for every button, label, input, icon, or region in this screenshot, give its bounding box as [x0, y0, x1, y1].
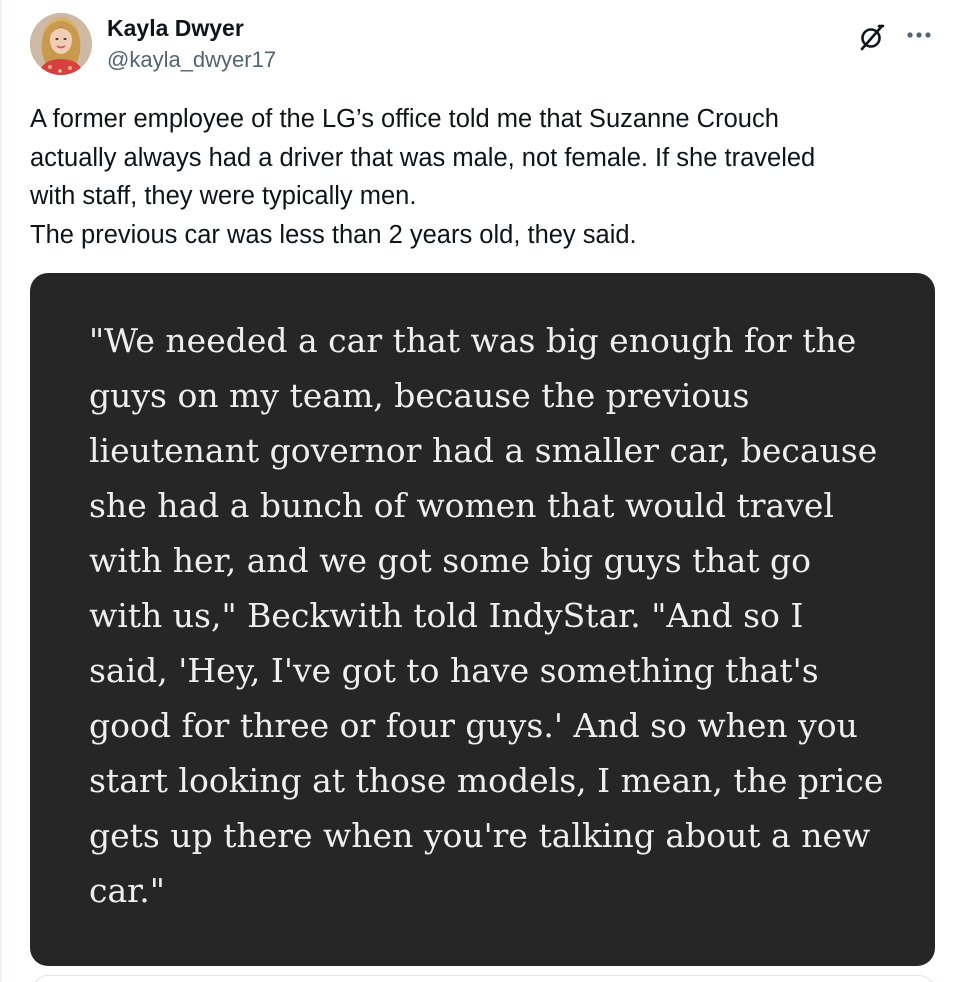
- timeline-border: [0, 0, 2, 982]
- quote-line: with us," Beckwith told IndyStar. "And s…: [89, 596, 804, 635]
- author-handle[interactable]: @kayla_dwyer17: [107, 47, 276, 73]
- quote-line: she had a bunch of women that would trav…: [89, 486, 834, 525]
- quote-line: car.": [89, 871, 165, 910]
- quote-image[interactable]: "We needed a car that was big enough for…: [30, 273, 935, 966]
- quote-text: "We needed a car that was big enough for…: [89, 313, 919, 918]
- grok-icon-glyph: [860, 24, 885, 51]
- more-icon[interactable]: [902, 22, 936, 48]
- quote-line: good for three or four guys.' And so whe…: [89, 706, 858, 745]
- tweet-text-line: A former employee of the LG’s office tol…: [30, 105, 779, 133]
- tweet-text-line: actually always had a driver that was ma…: [30, 143, 816, 172]
- avatar[interactable]: [30, 13, 92, 75]
- more-dots-glyph: [907, 32, 931, 38]
- quote-line: lieutenant governor had a smaller car, b…: [89, 431, 878, 470]
- next-card-edge: [32, 975, 935, 982]
- avatar-photo: [30, 13, 92, 75]
- quote-line: "We needed a car that was big enough for…: [89, 321, 857, 360]
- quote-line: start looking at those models, I mean, t…: [89, 761, 884, 800]
- quote-line: gets up there when you're talking about …: [89, 816, 871, 855]
- grok-icon[interactable]: [857, 22, 887, 52]
- tweet-text: A former employee of the LG’s office tol…: [30, 100, 930, 254]
- quote-line: said, 'Hey, I've got to have something t…: [89, 651, 819, 690]
- tweet-text-line: with staff, they were typically men.: [30, 182, 417, 210]
- author-display-name[interactable]: Kayla Dwyer: [107, 15, 244, 42]
- tweet-text-line: The previous car was less than 2 years o…: [30, 220, 637, 249]
- quote-line: with her, and we got some big guys that …: [89, 541, 812, 580]
- quote-line: guys on my team, because the previous: [89, 376, 750, 415]
